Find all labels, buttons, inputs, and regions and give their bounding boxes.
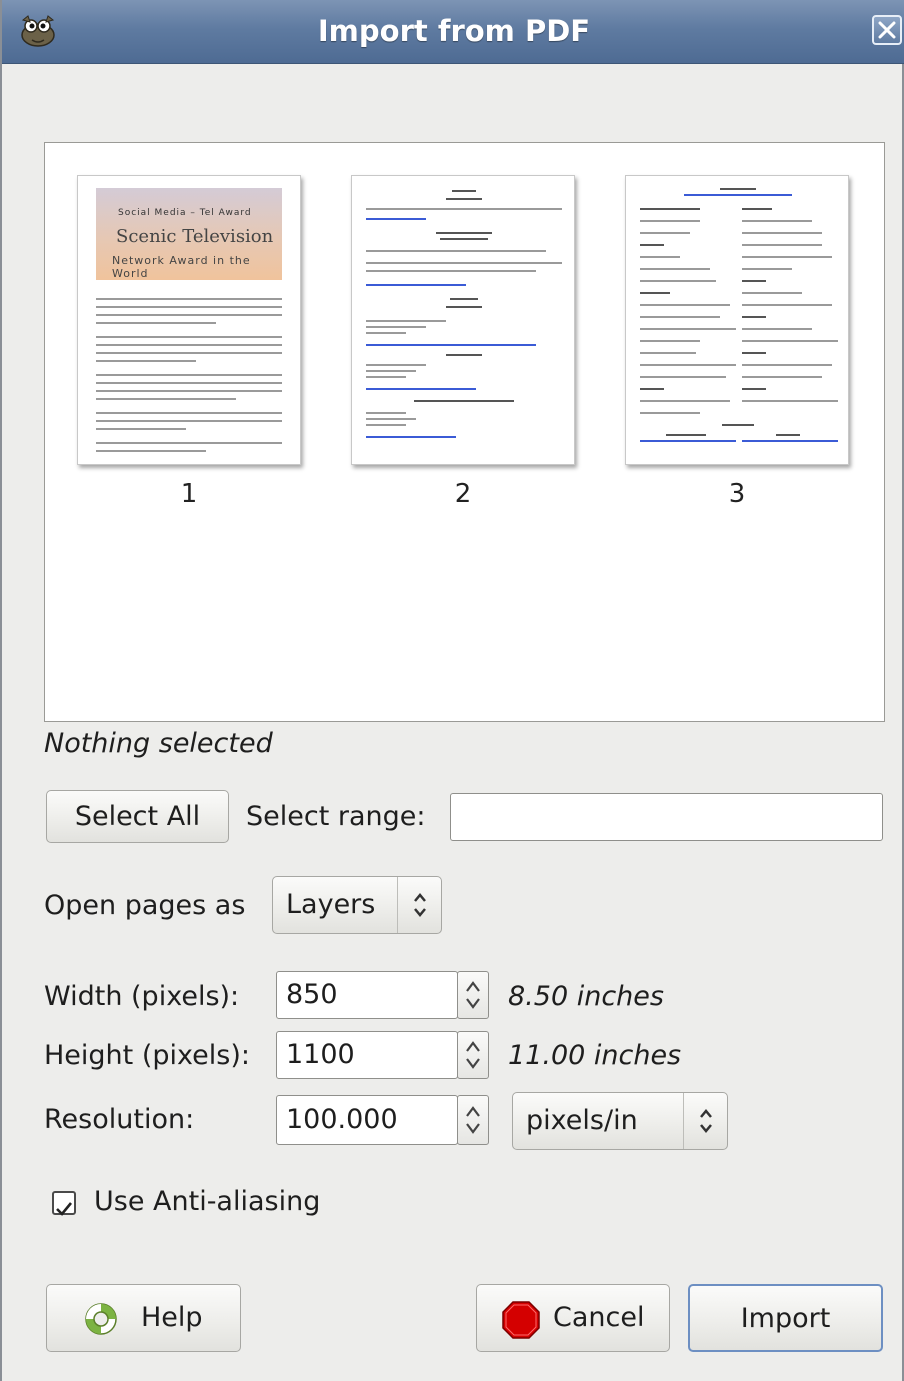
width-input[interactable]: 850 bbox=[276, 971, 458, 1019]
width-inches: 8.50 inches bbox=[508, 981, 664, 1012]
open-pages-as-value: Layers bbox=[286, 889, 376, 920]
anti-aliasing-label[interactable]: Use Anti-aliasing bbox=[94, 1186, 320, 1217]
import-pdf-dialog: Import from PDF Social Media – Tel Award… bbox=[0, 0, 904, 1381]
page-number-1: 1 bbox=[180, 479, 198, 509]
cancel-label: Cancel bbox=[553, 1302, 645, 1333]
resolution-unit-value: pixels/in bbox=[526, 1105, 638, 1136]
width-label: Width (pixels): bbox=[44, 981, 240, 1012]
window-title: Import from PDF bbox=[317, 14, 591, 48]
width-spin-buttons[interactable] bbox=[457, 971, 489, 1019]
resolution-spin-buttons[interactable] bbox=[457, 1095, 489, 1145]
page-thumbnail-2[interactable] bbox=[351, 175, 575, 465]
updown-chevron-icon bbox=[683, 1093, 727, 1149]
help-button[interactable]: Help bbox=[46, 1284, 241, 1352]
page-1-banner: Social Media – Tel Award Scenic Televisi… bbox=[96, 188, 282, 280]
cancel-button[interactable]: Cancel bbox=[476, 1284, 670, 1352]
select-range-label: Select range: bbox=[246, 801, 426, 832]
import-button[interactable]: Import bbox=[688, 1284, 883, 1352]
page-number-2: 2 bbox=[454, 479, 472, 509]
select-all-button[interactable]: Select All bbox=[46, 790, 229, 843]
page-thumbnail-1[interactable]: Social Media – Tel Award Scenic Televisi… bbox=[77, 175, 301, 465]
updown-chevron-icon bbox=[397, 877, 441, 933]
selection-status: Nothing selected bbox=[44, 728, 273, 759]
title-bar[interactable]: Import from PDF bbox=[2, 0, 904, 64]
resolution-label: Resolution: bbox=[44, 1104, 195, 1135]
close-x-icon bbox=[878, 21, 896, 39]
lifebuoy-icon bbox=[85, 1303, 117, 1335]
height-label: Height (pixels): bbox=[44, 1040, 250, 1071]
height-input[interactable]: 1100 bbox=[276, 1031, 458, 1079]
close-button[interactable] bbox=[872, 15, 902, 45]
resolution-unit-combo[interactable]: pixels/in bbox=[512, 1092, 728, 1150]
open-pages-as-combo[interactable]: Layers bbox=[272, 876, 442, 934]
open-pages-as-label: Open pages as bbox=[44, 890, 246, 921]
page-preview-area[interactable]: Social Media – Tel Award Scenic Televisi… bbox=[44, 142, 885, 722]
height-inches: 11.00 inches bbox=[508, 1040, 682, 1071]
checkmark-icon bbox=[56, 1202, 73, 1216]
select-range-input[interactable] bbox=[450, 793, 883, 841]
stop-sign-icon bbox=[502, 1301, 540, 1339]
page-thumbnail-3[interactable] bbox=[625, 175, 849, 465]
height-spin-buttons[interactable] bbox=[457, 1031, 489, 1079]
resolution-input[interactable]: 100.000 bbox=[276, 1095, 458, 1145]
help-label: Help bbox=[141, 1302, 203, 1333]
anti-aliasing-checkbox[interactable] bbox=[52, 1191, 76, 1216]
page-number-3: 3 bbox=[728, 479, 746, 509]
